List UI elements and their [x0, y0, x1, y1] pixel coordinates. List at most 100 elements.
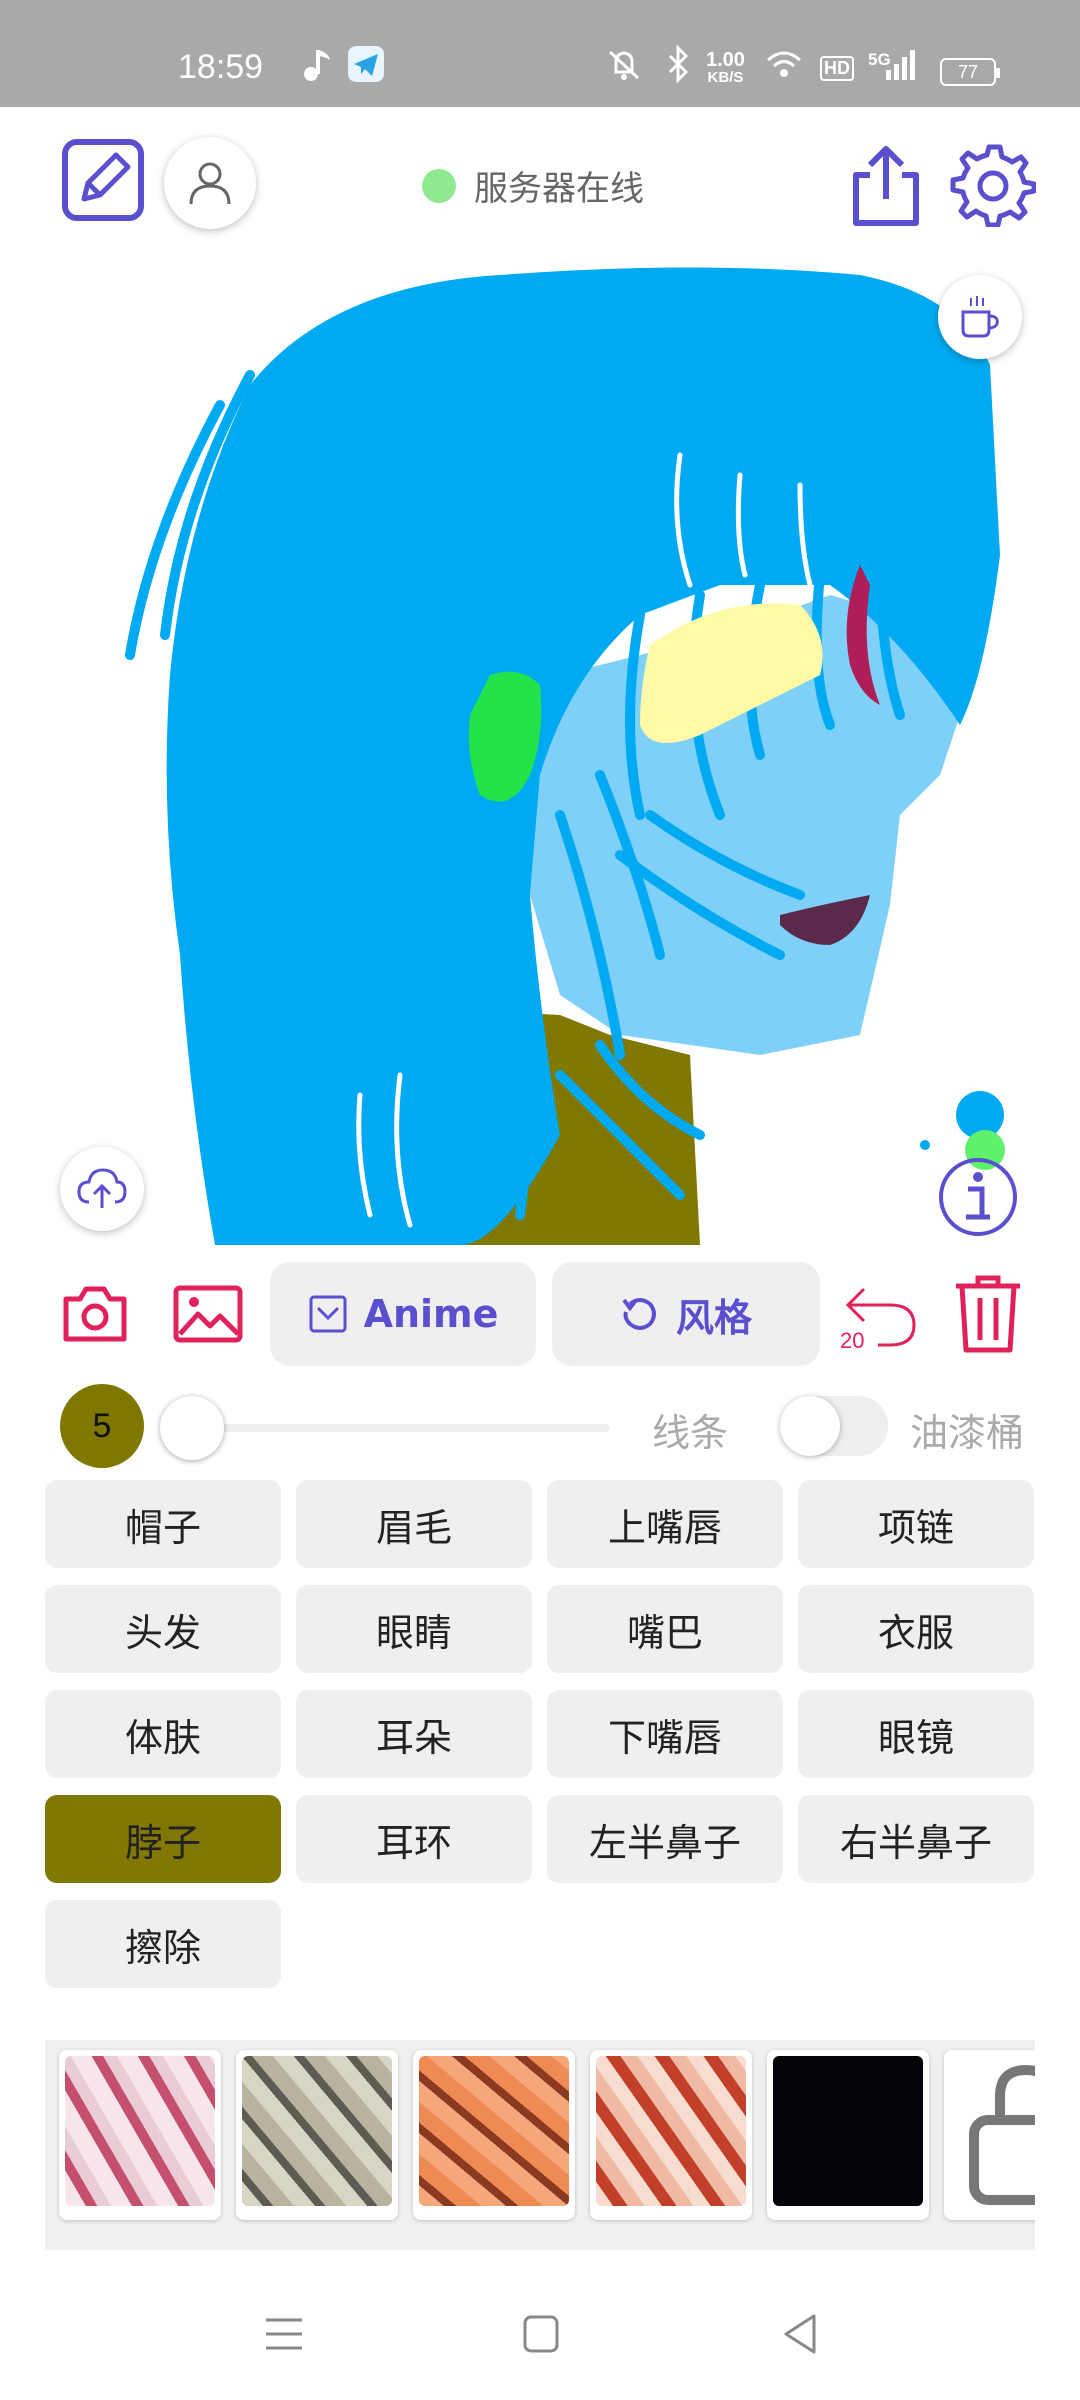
style-thumbnail[interactable] — [236, 2050, 398, 2220]
toggle-knob — [780, 1396, 840, 1456]
system-nav-bar — [0, 2268, 1080, 2400]
server-status: 服务器在线 — [422, 161, 644, 210]
share-button[interactable] — [846, 143, 926, 229]
anime-mode-button[interactable]: Anime — [270, 1262, 536, 1366]
paint-bucket-label: 油漆桶 — [910, 1411, 1025, 1455]
part-label: 头发 — [124, 1610, 201, 1655]
part-button[interactable]: 衣服 — [798, 1585, 1034, 1673]
menu-icon[interactable] — [264, 2316, 304, 2352]
anime-sketch-drawing — [125, 267, 1005, 1245]
checkbox-icon — [309, 1295, 347, 1333]
part-label: 擦除 — [124, 1925, 201, 1970]
style-button[interactable]: 风格 — [552, 1262, 820, 1366]
tool-row: Anime 风格 20 — [0, 1262, 1080, 1366]
part-button[interactable]: 眼睛 — [296, 1585, 532, 1673]
top-bar: 服务器在线 — [0, 107, 1080, 255]
style-thumbnail[interactable] — [767, 2050, 929, 2220]
camera-button[interactable] — [60, 1284, 130, 1344]
style-thumbnail-image — [65, 2056, 215, 2206]
gear-icon — [950, 144, 1036, 227]
drawing-canvas[interactable] — [0, 255, 1080, 1245]
server-status-label: 服务器在线 — [474, 169, 644, 209]
part-button[interactable]: 左半鼻子 — [547, 1795, 783, 1883]
refresh-icon — [622, 1298, 656, 1330]
part-button[interactable]: 帽子 — [45, 1480, 281, 1568]
mute-icon — [608, 50, 640, 80]
brush-row: 5 线条 油漆桶 — [0, 1382, 1080, 1470]
small-dot — [920, 1140, 930, 1150]
part-button[interactable]: 眉毛 — [296, 1480, 532, 1568]
telegram-icon — [348, 46, 384, 82]
upload-button[interactable] — [60, 1147, 144, 1231]
part-label: 耳环 — [375, 1820, 452, 1865]
style-thumbnail-image — [419, 2056, 569, 2206]
part-button[interactable]: 上嘴唇 — [547, 1480, 783, 1568]
style-thumbnail-locked[interactable] — [944, 2050, 1035, 2220]
part-label: 体肤 — [124, 1715, 201, 1760]
anime-mode-label: Anime — [363, 1292, 499, 1336]
settings-button[interactable] — [950, 141, 1036, 227]
status-time: 18:59 — [178, 48, 264, 86]
part-label: 下嘴唇 — [607, 1715, 722, 1760]
back-icon[interactable] — [780, 2312, 820, 2356]
part-button[interactable]: 体肤 — [45, 1690, 281, 1778]
part-label: 项链 — [877, 1505, 954, 1550]
brush-size-thumb[interactable] — [160, 1396, 224, 1460]
part-button-selected[interactable]: 脖子 — [45, 1795, 281, 1883]
net-speed: 1.00 KB/S — [706, 49, 745, 86]
part-button[interactable]: 右半鼻子 — [798, 1795, 1034, 1883]
undo-button[interactable]: 20 — [836, 1272, 920, 1356]
share-icon — [853, 146, 919, 226]
style-thumbnail-image — [596, 2056, 746, 2206]
image-icon — [173, 1285, 243, 1343]
part-button[interactable]: 下嘴唇 — [547, 1690, 783, 1778]
wifi-icon — [767, 51, 801, 77]
style-thumbnail-image — [242, 2056, 392, 2206]
brush-size-indicator: 5 — [60, 1384, 144, 1468]
part-label: 帽子 — [124, 1505, 201, 1550]
part-button[interactable]: 眼镜 — [798, 1690, 1034, 1778]
server-status-dot — [422, 168, 456, 203]
part-label: 衣服 — [877, 1610, 954, 1655]
user-icon — [189, 162, 231, 205]
info-button[interactable] — [936, 1155, 1020, 1239]
part-label: 脖子 — [124, 1820, 201, 1865]
part-label: 耳朵 — [375, 1715, 452, 1760]
style-thumbnail[interactable] — [413, 2050, 575, 2220]
part-button[interactable]: 耳环 — [296, 1795, 532, 1883]
edit-icon — [62, 139, 144, 221]
style-thumbnail[interactable] — [59, 2050, 221, 2220]
part-label: 眼睛 — [375, 1610, 452, 1655]
style-thumbnail[interactable] — [590, 2050, 752, 2220]
battery-indicator: 77 — [940, 58, 1000, 86]
part-label: 上嘴唇 — [607, 1505, 722, 1550]
part-label: 眉毛 — [375, 1505, 452, 1550]
undo-count: 20 — [840, 1328, 865, 1353]
info-icon — [939, 1158, 1017, 1236]
part-button[interactable]: 嘴巴 — [547, 1585, 783, 1673]
style-thumbnail-image — [773, 2056, 923, 2206]
cloud-upload-icon — [77, 1168, 127, 1208]
style-label: 风格 — [675, 1295, 752, 1340]
style-thumbnail-strip[interactable] — [45, 2040, 1035, 2250]
coffee-cup-icon — [961, 296, 999, 338]
part-label: 左半鼻子 — [588, 1820, 741, 1865]
coffee-button[interactable] — [938, 275, 1022, 359]
brush-size-track[interactable] — [190, 1424, 610, 1432]
bluetooth-icon — [668, 44, 689, 84]
part-button[interactable]: 项链 — [798, 1480, 1034, 1568]
lock-icon — [969, 2064, 1035, 2205]
draw-mode-button[interactable] — [60, 137, 146, 223]
delete-button[interactable] — [950, 1274, 1026, 1354]
avatar-button[interactable] — [164, 137, 256, 229]
gallery-button[interactable] — [170, 1284, 246, 1344]
hd-badge: HD — [820, 56, 854, 81]
status-bar: 18:59 1.00 KB/S HD 5G 77 — [0, 0, 1080, 107]
part-label: 右半鼻子 — [839, 1820, 992, 1865]
part-button[interactable]: 耳朵 — [296, 1690, 532, 1778]
home-icon[interactable] — [522, 2314, 560, 2354]
camera-icon — [63, 1286, 127, 1342]
part-button[interactable]: 头发 — [45, 1585, 281, 1673]
erase-button[interactable]: 擦除 — [45, 1900, 281, 1988]
paint-bucket-toggle[interactable] — [780, 1396, 888, 1456]
